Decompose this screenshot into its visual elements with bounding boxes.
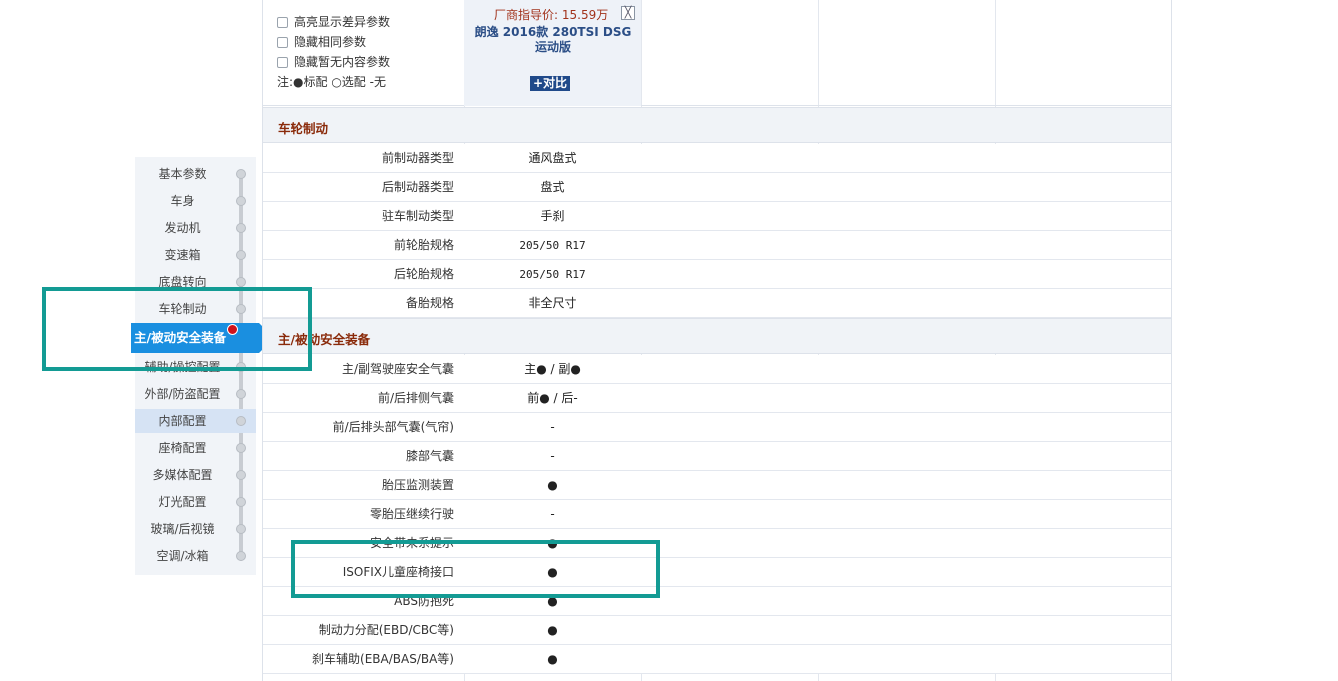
nav-dot-icon — [236, 277, 246, 287]
car-name-line: 朗逸 2016款 280TSI DSG — [474, 25, 632, 39]
table-row: 驻车制动类型 手刹 — [263, 202, 1171, 231]
nav-item[interactable]: 变速箱 — [135, 243, 256, 267]
option-hide-same[interactable]: 隐藏相同参数 — [277, 32, 467, 52]
row-value: 主● / 副● — [524, 362, 581, 376]
table-row: 前/后排侧气囊 前● / 后- — [263, 384, 1171, 413]
nav-item-label: 发动机 — [164, 221, 201, 235]
row-value: 前● / 后- — [527, 391, 578, 405]
highlight-box — [42, 287, 312, 371]
row-label: 前制动器类型 — [381, 151, 454, 165]
nav-dot-icon — [236, 169, 246, 179]
nav-item[interactable]: 发动机 — [135, 216, 256, 240]
table-row: 前制动器类型 通风盘式 — [263, 144, 1171, 173]
nav-item[interactable]: 基本参数 — [135, 162, 256, 186]
car-column-header: 厂商指导价: 15.59万 ╳ 朗逸 2016款 280TSI DSG 运动版 … — [464, 0, 641, 106]
option-label: 隐藏相同参数 — [294, 35, 367, 49]
nav-dot-icon — [236, 470, 246, 480]
section-title: 车轮制动 — [278, 121, 329, 136]
row-value: 盘式 — [540, 180, 565, 194]
nav-item-label: 灯光配置 — [158, 495, 207, 509]
section-header: 主/被动安全装备 — [263, 318, 1171, 354]
nav-item-label: 内部配置 — [158, 414, 207, 428]
legend-note: 注:●标配 ○选配 -无 — [277, 75, 386, 89]
section-header: 车轮制动 — [263, 107, 1171, 143]
nav-item-label: 外部/防盗配置 — [144, 387, 221, 401]
option-label: 高亮显示差异参数 — [294, 15, 391, 29]
table-row: 前轮胎规格 205/50 R17 — [263, 231, 1171, 260]
nav-item[interactable]: 车身 — [135, 189, 256, 213]
row-label: 胎压监测装置 — [381, 478, 454, 492]
close-icon[interactable]: ╳ — [621, 6, 635, 20]
row-label: 前/后排头部气囊(气帘) — [332, 420, 454, 434]
row-value: ● — [547, 623, 558, 637]
nav-item-label: 车身 — [170, 194, 195, 208]
row-label: 制动力分配(EBD/CBC等) — [318, 623, 454, 637]
highlight-box — [291, 540, 660, 598]
nav-item-label: 基本参数 — [158, 167, 207, 181]
row-label: 零胎压继续行驶 — [369, 507, 454, 521]
row-value: 手刹 — [540, 209, 565, 223]
option-hide-empty[interactable]: 隐藏暂无内容参数 — [277, 52, 467, 72]
nav-item-label: 空调/冰箱 — [156, 549, 209, 563]
nav-dot-icon — [236, 196, 246, 206]
nav-item[interactable]: 内部配置 — [135, 409, 256, 433]
display-options: 高亮显示差异参数 隐藏相同参数 隐藏暂无内容参数 注:●标配 ○选配 -无 — [277, 12, 467, 92]
car-price: 厂商指导价: 15.59万 — [494, 8, 609, 22]
nav-dot-icon — [236, 524, 246, 534]
table-row: 备胎规格 非全尺寸 — [263, 289, 1171, 318]
row-value: ● — [547, 478, 558, 492]
table-row: 后制动器类型 盘式 — [263, 173, 1171, 202]
nav-dot-icon — [236, 551, 246, 561]
table-row: 制动力分配(EBD/CBC等) ● — [263, 616, 1171, 645]
row-label: 前/后排侧气囊 — [377, 391, 454, 405]
table-row: 前/后排头部气囊(气帘) - — [263, 413, 1171, 442]
nav-dot-icon — [236, 389, 246, 399]
compare-button[interactable]: +对比 — [530, 76, 571, 91]
row-label: 前轮胎规格 — [393, 238, 454, 252]
nav-item[interactable]: 多媒体配置 — [135, 463, 256, 487]
row-value: ● — [547, 652, 558, 666]
row-label: 驻车制动类型 — [381, 209, 454, 223]
table-row: 膝部气囊 - — [263, 442, 1171, 471]
checkbox[interactable] — [277, 36, 288, 48]
row-label: 刹车辅助(EBA/BAS/BA等) — [312, 652, 454, 666]
checkbox[interactable] — [277, 56, 288, 68]
option-highlight-diff[interactable]: 高亮显示差异参数 — [277, 12, 467, 32]
nav-item-label: 变速箱 — [164, 248, 201, 262]
nav-dot-icon — [236, 497, 246, 507]
row-value: 非全尺寸 — [528, 296, 577, 310]
table-row: 零胎压继续行驶 - — [263, 500, 1171, 529]
nav-item-label: 座椅配置 — [158, 441, 207, 455]
nav-item-label: 玻璃/后视镜 — [150, 522, 215, 536]
row-value: - — [550, 507, 555, 521]
table-row: 后轮胎规格 205/50 R17 — [263, 260, 1171, 289]
nav-item[interactable]: 空调/冰箱 — [135, 544, 256, 568]
row-label: 后轮胎规格 — [393, 267, 454, 281]
row-value: 通风盘式 — [528, 151, 577, 165]
car-name[interactable]: 朗逸 2016款 280TSI DSG 运动版 — [470, 25, 636, 55]
nav-item[interactable]: 座椅配置 — [135, 436, 256, 460]
nav-dot-icon — [236, 250, 246, 260]
table-row: 刹车辅助(EBA/BAS/BA等) ● — [263, 645, 1171, 674]
table-row: 主/副驾驶座安全气囊 主● / 副● — [263, 355, 1171, 384]
table-header: 高亮显示差异参数 隐藏相同参数 隐藏暂无内容参数 注:●标配 ○选配 -无 厂商… — [263, 0, 1171, 106]
row-label: 膝部气囊 — [405, 449, 454, 463]
row-value: - — [550, 420, 555, 434]
table-row: 胎压监测装置 ● — [263, 471, 1171, 500]
option-label: 隐藏暂无内容参数 — [294, 55, 391, 69]
row-value: 205/50 R17 — [519, 239, 586, 252]
nav-item[interactable]: 外部/防盗配置 — [135, 382, 256, 406]
nav-dot-icon — [236, 416, 246, 426]
nav-item[interactable]: 玻璃/后视镜 — [135, 517, 256, 541]
checkbox[interactable] — [277, 16, 288, 28]
nav-item-label: 多媒体配置 — [152, 468, 213, 482]
nav-dot-icon — [236, 223, 246, 233]
row-label: 后制动器类型 — [381, 180, 454, 194]
row-value: 205/50 R17 — [519, 268, 586, 281]
car-name-line: 运动版 — [534, 40, 571, 54]
nav-dot-icon — [236, 443, 246, 453]
nav-item[interactable]: 灯光配置 — [135, 490, 256, 514]
row-value: - — [550, 449, 555, 463]
